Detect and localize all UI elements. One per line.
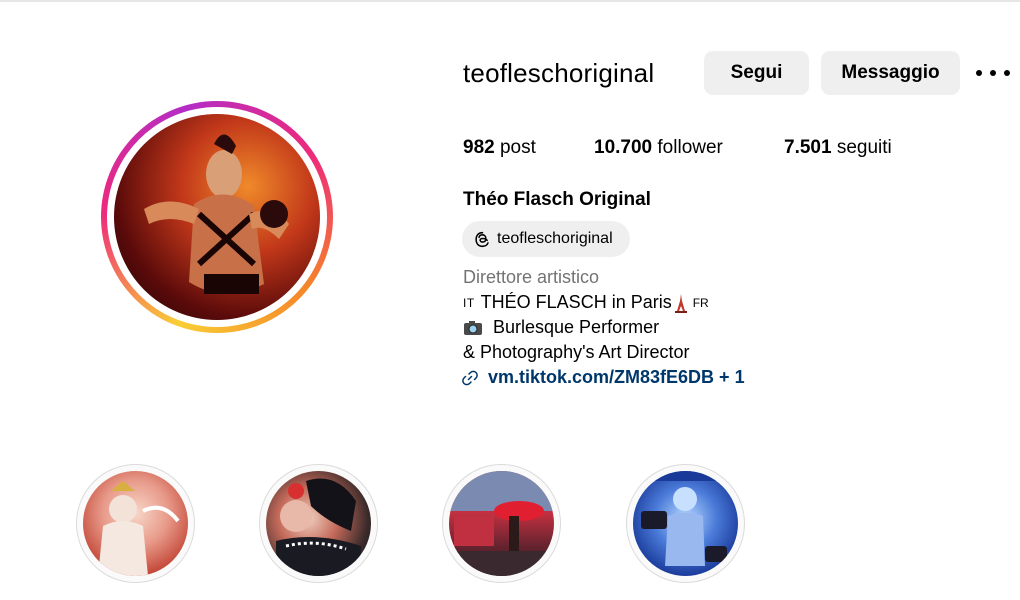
- highlight-cover-image: [83, 471, 188, 576]
- avatar-photo-illustration: [144, 134, 289, 294]
- profile-username: teofleschoriginal: [463, 58, 655, 88]
- bio-line-3: & Photography's Art Director: [463, 342, 690, 363]
- highlight-cover-illustration: [633, 471, 738, 566]
- story-highlight-2[interactable]: [259, 464, 378, 583]
- bio-line-1: IT THÉO FLASCH in Paris FR: [463, 292, 709, 313]
- following-number: 7.501: [784, 137, 832, 158]
- bio-external-link[interactable]: vm.tiktok.com/ZM83fE6DB + 1: [462, 367, 745, 388]
- following-label: seguiti: [836, 137, 892, 158]
- posts-count: 982 post: [463, 137, 536, 159]
- follow-button[interactable]: Segui: [704, 51, 809, 95]
- threads-handle: teofleschoriginal: [497, 230, 613, 247]
- italy-flag: IT: [463, 295, 475, 310]
- eiffel-tower-icon: [674, 293, 687, 313]
- followers-number: 10.700: [594, 137, 653, 158]
- story-highlight-3[interactable]: [442, 464, 561, 583]
- bio-link-text: vm.tiktok.com/ZM83fE6DB + 1: [488, 367, 745, 387]
- bio-line-2: Burlesque Performer: [463, 317, 659, 338]
- more-dot: [990, 70, 996, 76]
- more-dot: [1004, 70, 1010, 76]
- bio-line-1-text: THÉO FLASCH in Paris: [480, 292, 672, 312]
- threads-icon: [475, 231, 489, 247]
- highlight-cover-illustration: [449, 471, 554, 576]
- story-highlight-4[interactable]: [626, 464, 745, 583]
- camera-icon: [464, 320, 482, 335]
- link-icon: [462, 370, 478, 385]
- followers-label: follower: [657, 137, 723, 158]
- more-dot: [976, 70, 982, 76]
- profile-avatar[interactable]: [114, 114, 320, 320]
- highlight-cover-image: [633, 471, 738, 576]
- story-highlight-1[interactable]: [76, 464, 195, 583]
- top-divider: [0, 0, 1020, 2]
- posts-label: post: [499, 137, 536, 158]
- highlight-cover-image: [449, 471, 554, 576]
- profile-category: Direttore artistico: [463, 267, 600, 287]
- followers-link[interactable]: 10.700 follower: [594, 137, 723, 159]
- bio-line-3-text: & Photography's Art Director: [463, 342, 690, 362]
- message-button[interactable]: Messaggio: [821, 51, 960, 95]
- highlight-cover-illustration: [276, 478, 361, 576]
- highlight-cover-illustration: [98, 481, 180, 576]
- profile-full-name: Théo Flasch Original: [463, 189, 651, 210]
- following-link[interactable]: 7.501 seguiti: [784, 137, 892, 159]
- more-options-icon[interactable]: [976, 62, 1010, 84]
- highlight-cover-image: [266, 471, 371, 576]
- avatar-border: [107, 107, 327, 327]
- profile-avatar-story-ring[interactable]: [101, 101, 333, 333]
- france-flag: FR: [692, 295, 709, 310]
- posts-number: 982: [463, 137, 495, 158]
- bio-line-2-text: Burlesque Performer: [493, 317, 660, 337]
- threads-badge[interactable]: teofleschoriginal: [462, 221, 630, 257]
